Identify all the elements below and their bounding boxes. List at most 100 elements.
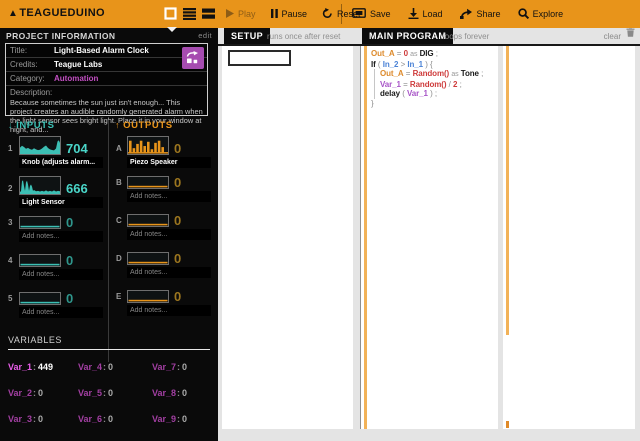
code-token[interactable]: ; [435, 89, 437, 98]
code-token[interactable]: { [430, 60, 433, 69]
output-B-notes[interactable]: Add notes... [127, 191, 211, 202]
code-token[interactable]: Out_A [371, 49, 395, 58]
variable-Var_2: Var_2: 0 [8, 388, 44, 398]
code-token[interactable]: Tone [461, 69, 479, 78]
save-button[interactable]: Save [352, 8, 391, 20]
project-info-card: Title: Light-Based Alarm Clock Credits: … [5, 43, 208, 134]
input-2-notes[interactable]: Light Sensor [19, 197, 103, 208]
output-C-sparkline [127, 214, 169, 227]
outputs-header: ↑ OUTPUTS [115, 120, 173, 131]
input-4-notes[interactable]: Add notes... [19, 269, 103, 280]
input-4-value: 0 [66, 253, 74, 268]
code-token[interactable]: = [403, 80, 408, 89]
code-token[interactable]: Var_1 [380, 80, 401, 89]
logo-triangle-icon: ▲ [8, 8, 19, 19]
code-token[interactable]: delay [380, 89, 400, 98]
code-token[interactable]: Out_A [380, 69, 404, 78]
code-token[interactable]: ; [481, 69, 483, 78]
variable-Var_8: Var_8: 0 [152, 388, 188, 398]
code-token[interactable]: DIG [420, 49, 434, 58]
edit-link[interactable]: edit [198, 31, 212, 40]
project-information-header: edit PROJECT INFORMATION [6, 31, 212, 41]
variable-name: Var_6 [78, 414, 103, 424]
code-token[interactable]: ) [430, 89, 433, 98]
pause-button[interactable]: Pause [270, 8, 307, 20]
input-1-notes[interactable]: Knob (adjusts alarm... [19, 157, 103, 168]
code-token[interactable]: ; [460, 80, 462, 89]
project-credits-row: Credits: Teague Labs [6, 58, 207, 72]
input-1-value: 704 [66, 141, 88, 156]
single-view-icon[interactable] [164, 7, 177, 20]
empty-code-slot[interactable] [228, 50, 291, 66]
inputs-list: 1 704 Knob (adjusts alarm... 2 666 Light Sens… [8, 136, 106, 330]
code-token[interactable]: ( [378, 60, 381, 69]
code-token[interactable]: In_2 [383, 60, 399, 69]
code-line[interactable]: } [371, 99, 496, 109]
remix-share-icon[interactable] [182, 47, 204, 69]
variable-value: 0 [182, 362, 188, 372]
output-E-value: 0 [174, 289, 182, 304]
code-token[interactable]: In_1 [407, 60, 423, 69]
code-token[interactable]: Random() [410, 80, 447, 89]
code-token[interactable]: If [371, 60, 376, 69]
code-token[interactable]: 0 [404, 49, 408, 58]
code-token[interactable]: Random() [413, 69, 450, 78]
load-button[interactable]: Load [408, 7, 443, 21]
code-token[interactable]: = [397, 49, 402, 58]
explore-button[interactable]: Explore [517, 7, 563, 21]
code-line[interactable]: If ( In_2 > In_1 ) { [371, 60, 496, 70]
output-E-notes[interactable]: Add notes... [127, 305, 211, 316]
code-line[interactable]: delay ( Var_1 ) ; [374, 89, 496, 99]
input-5-value: 0 [66, 291, 74, 306]
code-token[interactable]: Var_1 [407, 89, 428, 98]
variable-Var_1: Var_1: 449 [8, 362, 54, 372]
code-token[interactable]: / [449, 80, 451, 89]
code-token[interactable]: ; [436, 49, 438, 58]
code-token[interactable]: > [401, 60, 406, 69]
code-token[interactable]: 2 [453, 80, 457, 89]
variable-name: Var_4 [78, 362, 103, 372]
share-icon [459, 8, 473, 21]
input-5-notes[interactable]: Add notes... [19, 307, 103, 318]
project-category-row: Category: Automation [6, 72, 207, 86]
code-token[interactable]: as [410, 51, 417, 58]
play-icon [226, 8, 234, 20]
output-D-notes[interactable]: Add notes... [127, 267, 211, 278]
main-program-column-2 [503, 46, 635, 429]
output-C-notes[interactable]: Add notes... [127, 229, 211, 240]
setup-panel [222, 46, 353, 429]
input-item-2: 2 666 Light Sensor [8, 176, 106, 208]
list-view-icon[interactable] [183, 7, 196, 20]
code-token[interactable]: as [451, 71, 458, 78]
output-index: B [116, 178, 122, 187]
variable-Var_5: Var_5: 0 [78, 388, 114, 398]
clear-button[interactable]: clear [604, 32, 621, 41]
code-token[interactable]: ) [425, 60, 428, 69]
output-A-notes[interactable]: Piezo Speaker [127, 157, 211, 168]
code-line[interactable]: Out_A = Random() as Tone ; [374, 69, 496, 80]
output-A-sparkline [127, 136, 169, 155]
share-button[interactable]: Share [459, 8, 501, 21]
code-token[interactable]: ( [402, 89, 405, 98]
project-title: Light-Based Alarm Clock [54, 46, 149, 55]
variable-value: 0 [108, 388, 114, 398]
code-line[interactable]: Var_1 = Random() / 2 ; [374, 79, 496, 89]
variable-name: Var_1 [8, 362, 33, 372]
input-index: 4 [8, 256, 13, 265]
code-token[interactable]: } [371, 99, 374, 108]
toolbar-divider [341, 4, 342, 24]
code-line[interactable]: Out_A = 0 as DIG ; [371, 49, 496, 60]
variable-value: 0 [38, 414, 44, 424]
code-editor[interactable]: Out_A = 0 as DIG ; If ( In_2 > In_1 ) { … [361, 46, 498, 108]
input-3-notes[interactable]: Add notes... [19, 231, 103, 242]
program-caption: loops forever [443, 32, 490, 41]
code-token[interactable]: = [406, 69, 411, 78]
workspace: SETUP runs once after reset MAIN PROGRAM… [218, 27, 640, 441]
play-button[interactable]: Play [226, 8, 256, 20]
toolbar: ▲TEAGUEDUINO Play Pause Reset Save Load … [0, 0, 640, 32]
project-category: Automation [54, 74, 99, 83]
main-program-column-1: Out_A = 0 as DIG ; If ( In_2 > In_1 ) { … [360, 46, 498, 429]
split-view-icon[interactable] [202, 7, 215, 20]
category-label: Category: [10, 74, 45, 83]
app-logo: ▲TEAGUEDUINO [8, 7, 105, 19]
